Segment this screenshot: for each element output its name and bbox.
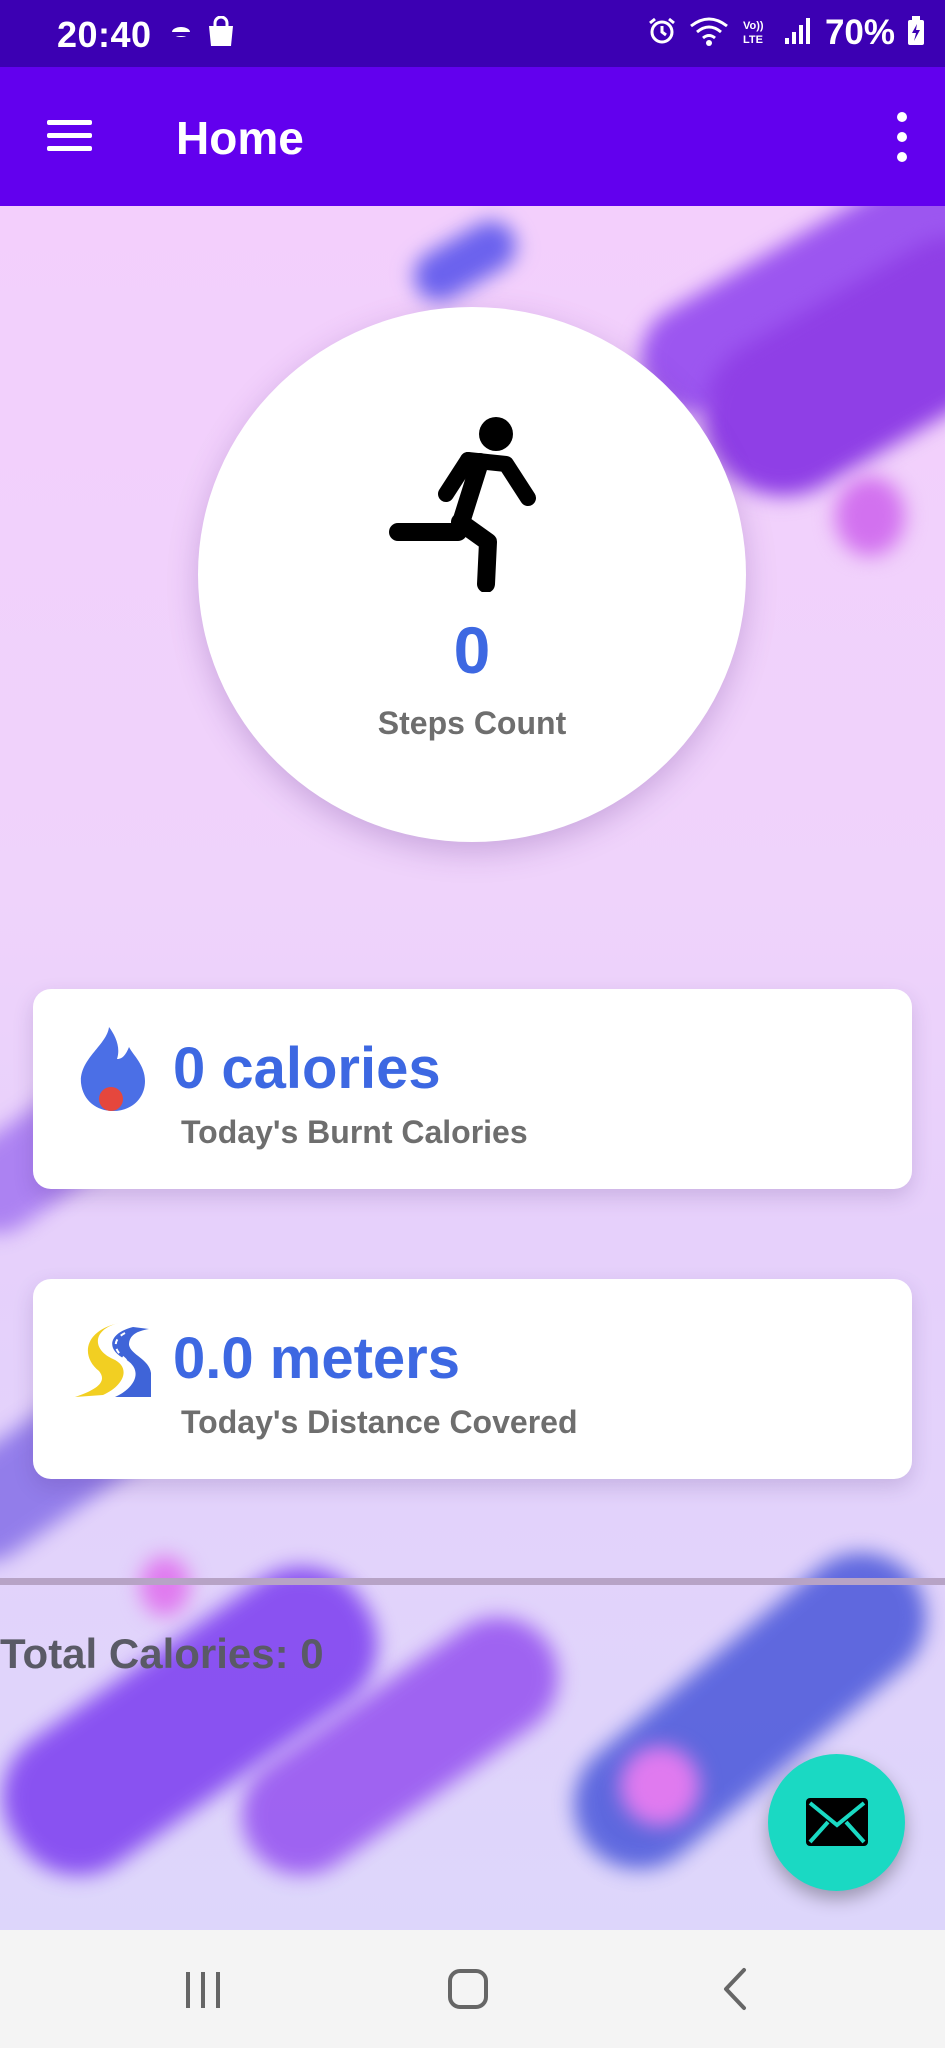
volte-icon: Vo)) LTE — [741, 16, 771, 51]
shopping-bag-icon — [206, 15, 236, 53]
status-bar: 20:40 Vo)) LTE 70% — [0, 0, 945, 67]
calories-card: 0 calories Today's Burnt Calories — [33, 989, 912, 1189]
battery-icon — [907, 15, 925, 51]
wifi-icon — [689, 16, 729, 51]
svg-text:Vo)): Vo)) — [743, 20, 764, 32]
app-bar: Home — [0, 67, 945, 206]
svg-text:LTE: LTE — [743, 34, 763, 46]
status-time: 20:40 — [57, 14, 152, 55]
system-nav-bar — [0, 1930, 945, 2048]
distance-value: 0.0 meters — [173, 1326, 460, 1391]
distance-card: 0.0 meters Today's Distance Covered — [33, 1279, 912, 1479]
battery-percent: 70% — [824, 13, 895, 52]
weather-icon — [170, 23, 192, 46]
alarm-icon — [647, 16, 677, 51]
steps-value: 0 — [453, 613, 491, 687]
steps-card: 0 Steps Count — [198, 307, 746, 842]
more-vert-icon[interactable] — [887, 107, 917, 167]
signal-icon — [783, 16, 813, 51]
divider — [0, 1578, 945, 1585]
mail-icon — [806, 1798, 868, 1846]
back-icon[interactable] — [690, 1956, 780, 2022]
home-icon[interactable] — [423, 1956, 513, 2022]
distance-label: Today's Distance Covered — [181, 1404, 578, 1440]
page-title: Home — [176, 112, 304, 164]
running-person-icon — [388, 412, 558, 593]
steps-label: Steps Count — [377, 705, 567, 741]
hamburger-menu-icon[interactable] — [40, 111, 100, 161]
total-calories: Total Calories: 0 — [0, 1630, 324, 1677]
calories-value: 0 calories — [173, 1036, 441, 1101]
mail-fab-button[interactable] — [768, 1754, 905, 1891]
recent-apps-icon[interactable] — [158, 1956, 248, 2022]
flame-icon — [73, 1025, 153, 1113]
road-icon — [73, 1315, 153, 1403]
calories-label: Today's Burnt Calories — [181, 1114, 528, 1150]
